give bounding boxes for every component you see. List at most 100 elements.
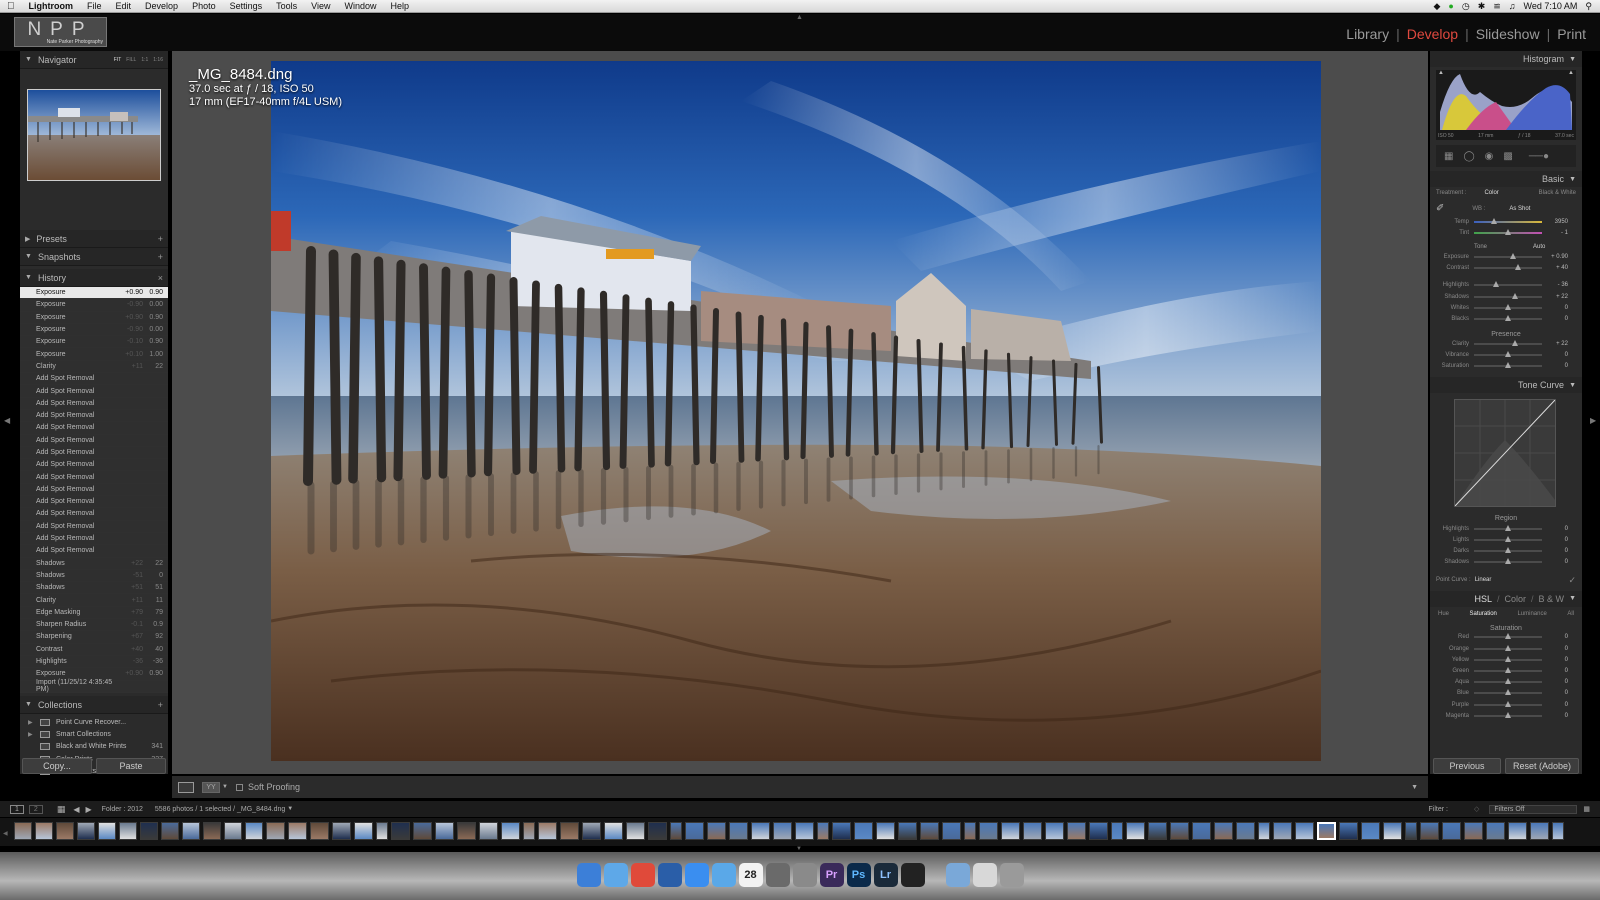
filmstrip[interactable] (0, 818, 1600, 846)
main-photo[interactable] (271, 61, 1321, 761)
red-eye-tool-icon[interactable]: ◉ (1485, 151, 1494, 162)
history-item[interactable]: Add Spot Removal (20, 447, 168, 460)
filmstrip-thumbnail[interactable] (391, 822, 410, 840)
photo-count[interactable]: 5586 photos / 1 selected / _MG_8484.dng (155, 806, 285, 813)
filmstrip-thumbnail[interactable] (876, 822, 895, 840)
filmstrip-left-arrow-icon[interactable]: ◀ (3, 830, 8, 837)
filmstrip-thumbnail[interactable] (795, 822, 814, 840)
module-develop[interactable]: Develop (1407, 26, 1458, 42)
filmstrip-thumbnail[interactable] (1383, 822, 1402, 840)
back-arrow-icon[interactable]: ◀ (73, 805, 79, 814)
slider-track[interactable] (1474, 228, 1542, 235)
navigator-thumbnail[interactable] (27, 89, 161, 181)
filter-lock-icon[interactable]: ◇ (1474, 805, 1479, 813)
crop-tool-icon[interactable]: ▦ (1444, 151, 1453, 162)
histogram-header[interactable]: Histogram ▼ (1430, 51, 1582, 67)
collapse-triangle-icon[interactable]: ▼ (1569, 595, 1576, 602)
module-print[interactable]: Print (1557, 26, 1586, 42)
zoom-1-16[interactable]: 1:16 (153, 57, 163, 63)
slider-knob[interactable] (1505, 351, 1511, 358)
previous-button[interactable]: Previous (1433, 758, 1501, 774)
filmstrip-thumbnail[interactable] (670, 822, 682, 840)
history-item[interactable]: Add Spot Removal (20, 373, 168, 386)
filmstrip-thumbnail[interactable] (1530, 822, 1549, 840)
filmstrip-thumbnail[interactable] (1442, 822, 1461, 840)
loupe-view-icon[interactable] (178, 781, 194, 793)
filmstrip-thumbnail[interactable] (203, 822, 221, 840)
module-slideshow[interactable]: Slideshow (1476, 26, 1540, 42)
filmstrip-thumbnail[interactable] (413, 822, 432, 840)
spotlight-icon[interactable]: ⚲ (1585, 1, 1592, 12)
filmstrip-thumbnail[interactable] (1295, 822, 1314, 840)
slider-value[interactable]: 0 (1542, 363, 1568, 369)
slider-value[interactable]: 0 (1542, 316, 1568, 322)
hsl-tab[interactable]: HSL (1474, 594, 1492, 604)
histogram-chart[interactable]: ▲ ▲ ISO 50 17 mm ƒ / 18 37.0 sec (1436, 70, 1576, 140)
filmstrip-thumbnail[interactable] (1126, 822, 1145, 840)
menu-edit[interactable]: Edit (109, 1, 139, 11)
navigator-header[interactable]: ▼ Navigator FIT FILL 1:1 1:16 (20, 51, 168, 69)
filmstrip-toggle-icon[interactable]: ▦ (1583, 805, 1590, 813)
spot-removal-tool-icon[interactable]: ◯ (1463, 151, 1474, 162)
filmstrip-thumbnail[interactable] (435, 822, 454, 840)
dropbox-icon[interactable]: ◆ (1433, 1, 1440, 12)
slider-knob[interactable] (1492, 281, 1499, 288)
sync-icon[interactable]: ● (1448, 1, 1453, 11)
history-item[interactable]: Add Spot Removal (20, 435, 168, 447)
history-item[interactable]: Exposure -0.10 0.90 (20, 336, 168, 349)
point-curve-value[interactable]: Linear (1475, 577, 1492, 583)
slider-knob[interactable] (1512, 292, 1519, 299)
filmstrip-thumbnail[interactable] (98, 822, 116, 840)
filmstrip-thumbnail[interactable] (1361, 822, 1380, 840)
settings-icon[interactable] (792, 863, 817, 887)
earth-icon[interactable] (657, 863, 682, 887)
history-item[interactable]: Exposure -0.90 0.00 (20, 324, 168, 337)
curve-edit-icon[interactable]: ✓ (1568, 575, 1576, 586)
filmstrip-thumbnail[interactable] (354, 822, 373, 840)
copy-button[interactable]: Copy... (22, 758, 92, 774)
hsl-tab-hue[interactable]: Hue (1438, 611, 1449, 617)
history-item[interactable]: Exposure +0.10 1.00 (20, 348, 168, 361)
filmstrip-thumbnail[interactable] (1023, 822, 1042, 840)
slider-value[interactable]: - 1 (1542, 230, 1568, 236)
filter-dropdown[interactable]: Filters Off (1489, 804, 1578, 814)
slider-value[interactable]: + 22 (1542, 294, 1568, 300)
collapse-triangle-icon[interactable]: ▼ (1569, 56, 1576, 63)
folder-label[interactable]: Folder : 2012 (102, 806, 143, 813)
hsl-tab-all[interactable]: All (1567, 611, 1574, 617)
filmstrip-thumbnail[interactable] (979, 822, 998, 840)
bw-tab[interactable]: B & W (1539, 594, 1565, 604)
history-item[interactable]: Add Spot Removal (20, 410, 168, 423)
before-after-dropdown-icon[interactable]: ▼ (222, 784, 228, 790)
zoom-1-1[interactable]: 1:1 (141, 57, 148, 63)
zoom-fit[interactable]: FIT (114, 57, 122, 63)
slider-value[interactable]: 0 (1542, 657, 1568, 663)
slider-knob[interactable] (1510, 252, 1517, 259)
history-item[interactable]: Add Spot Removal (20, 545, 168, 558)
slider-value[interactable]: 3950 (1542, 219, 1568, 225)
preview-icon[interactable] (765, 863, 790, 887)
slider-knob[interactable] (1505, 700, 1511, 707)
filmstrip-thumbnail[interactable] (1148, 822, 1167, 840)
collapse-triangle-icon[interactable]: ▼ (1569, 176, 1576, 183)
filmstrip-thumbnail[interactable] (942, 822, 961, 840)
time-machine-icon[interactable]: ◷ (1462, 1, 1470, 12)
slider-track[interactable] (1474, 535, 1542, 542)
filmstrip-thumbnail[interactable] (832, 822, 851, 840)
menu-view[interactable]: View (304, 1, 337, 11)
slider-value[interactable]: 0 (1542, 668, 1568, 674)
filmstrip-thumbnail[interactable] (1170, 822, 1189, 840)
filmstrip-thumbnail[interactable] (626, 822, 645, 840)
forward-arrow-icon[interactable]: ▶ (85, 805, 91, 814)
slider-value[interactable]: 0 (1542, 537, 1568, 543)
treatment-bw[interactable]: Black & White (1539, 190, 1576, 196)
slider-track[interactable] (1474, 666, 1542, 673)
wb-eyedropper-icon[interactable]: ✐ (1436, 203, 1444, 214)
slider-value[interactable]: 0 (1542, 305, 1568, 311)
filmstrip-thumbnail[interactable] (140, 822, 158, 840)
history-item[interactable]: Sharpen Radius -0.1 0.9 (20, 619, 168, 632)
filmstrip-thumbnail[interactable] (1508, 822, 1527, 840)
slider-value[interactable]: 0 (1542, 559, 1568, 565)
filmstrip-thumbnail[interactable] (604, 822, 623, 840)
filmstrip-thumbnail[interactable] (161, 822, 179, 840)
